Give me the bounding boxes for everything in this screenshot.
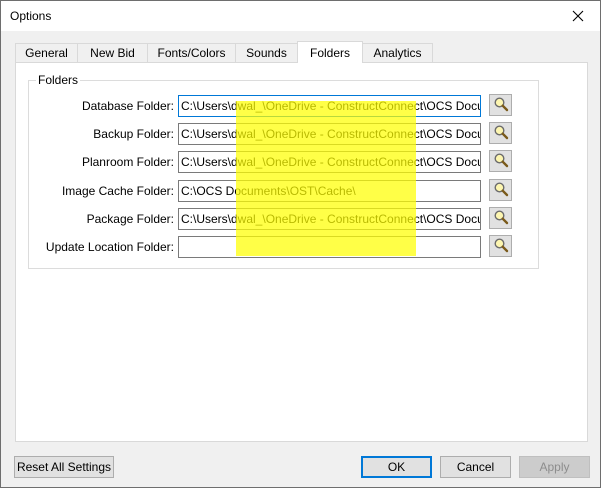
title-bar: Options	[1, 1, 600, 31]
ok-button[interactable]: OK	[361, 456, 432, 478]
package-folder-input[interactable]: C:\Users\dwal_\OneDrive - ConstructConne…	[178, 208, 481, 230]
button-label: Reset All Settings	[16, 460, 112, 474]
reset-all-settings-button[interactable]: Reset All Settings	[14, 456, 114, 478]
database-folder-input[interactable]: C:\Users\dwal_\OneDrive - ConstructConne…	[178, 95, 481, 117]
package-folder-row: Package Folder: C:\Users\dwal_\OneDrive …	[29, 207, 538, 230]
planroom-folder-label: Planroom Folder:	[81, 155, 174, 169]
database-folder-label: Database Folder:	[81, 99, 174, 113]
magnifier-icon	[493, 209, 509, 228]
apply-button[interactable]: Apply	[519, 456, 590, 478]
image-cache-folder-row: Image Cache Folder: C:\OCS Documents\OST…	[29, 179, 538, 202]
tab-label: Folders	[309, 45, 350, 60]
planroom-folder-row: Planroom Folder: C:\Users\dwal_\OneDrive…	[29, 150, 538, 173]
tab-label: General	[25, 46, 68, 60]
tab-label: Analytics	[373, 46, 422, 60]
update-location-folder-input[interactable]	[178, 236, 481, 258]
button-label: OK	[387, 460, 406, 474]
options-dialog: Options General New Bid Fonts/Colors Sou…	[0, 0, 601, 488]
package-folder-label: Package Folder:	[86, 212, 174, 226]
backup-folder-label: Backup Folder:	[93, 127, 174, 141]
magnifier-icon	[493, 124, 509, 143]
image-cache-folder-label: Image Cache Folder:	[61, 184, 174, 198]
magnifier-icon	[493, 237, 509, 256]
dialog-title: Options	[10, 9, 52, 23]
folders-groupbox: Folders Database Folder: C:\Users\dwal_\…	[28, 73, 539, 269]
backup-folder-row: Backup Folder: C:\Users\dwal_\OneDrive -…	[29, 122, 538, 145]
tab-general[interactable]: General	[15, 43, 78, 62]
folders-tab-panel: Folders Database Folder: C:\Users\dwal_\…	[15, 62, 588, 442]
package-folder-browse-button[interactable]	[489, 207, 512, 229]
tab-sounds[interactable]: Sounds	[235, 43, 298, 62]
close-button[interactable]	[556, 1, 600, 31]
backup-folder-browse-button[interactable]	[489, 122, 512, 144]
tab-folders[interactable]: Folders	[297, 41, 363, 63]
close-icon	[572, 10, 584, 22]
planroom-folder-browse-button[interactable]	[489, 150, 512, 172]
image-cache-folder-browse-button[interactable]	[489, 179, 512, 201]
button-label: Cancel	[456, 460, 495, 474]
button-label: Apply	[539, 460, 570, 474]
database-folder-browse-button[interactable]	[489, 94, 512, 116]
planroom-folder-input[interactable]: C:\Users\dwal_\OneDrive - ConstructConne…	[178, 151, 481, 173]
groupbox-title: Folders	[36, 73, 81, 87]
update-location-folder-label: Update Location Folder:	[45, 240, 174, 254]
magnifier-icon	[493, 181, 509, 200]
tab-fonts-colors[interactable]: Fonts/Colors	[147, 43, 236, 62]
magnifier-icon	[493, 96, 509, 115]
cancel-button[interactable]: Cancel	[440, 456, 511, 478]
tab-new-bid[interactable]: New Bid	[77, 43, 148, 62]
tab-analytics[interactable]: Analytics	[362, 43, 433, 62]
backup-folder-input[interactable]: C:\Users\dwal_\OneDrive - ConstructConne…	[178, 123, 481, 145]
tab-label: Sounds	[246, 46, 287, 60]
tab-label: Fonts/Colors	[157, 46, 226, 60]
tab-label: New Bid	[90, 46, 135, 60]
update-location-folder-row: Update Location Folder:	[29, 235, 538, 258]
update-location-folder-browse-button[interactable]	[489, 235, 512, 257]
image-cache-folder-input[interactable]: C:\OCS Documents\OST\Cache\	[178, 180, 481, 202]
database-folder-row: Database Folder: C:\Users\dwal_\OneDrive…	[29, 94, 538, 117]
magnifier-icon	[493, 152, 509, 171]
